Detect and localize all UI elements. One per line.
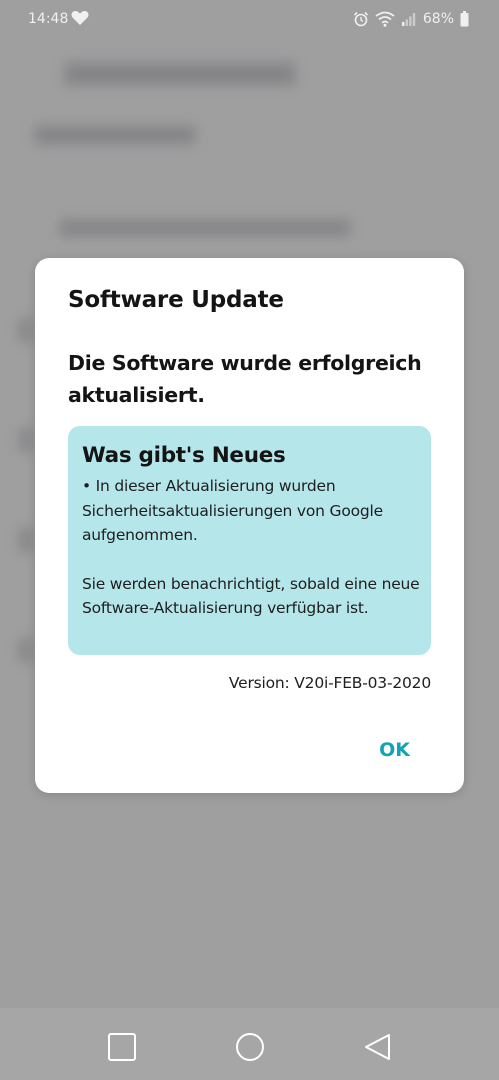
dialog-title: Software Update <box>68 287 284 313</box>
recents-square-icon[interactable] <box>107 1032 137 1062</box>
version-label: Version: V20i-FEB-03-2020 <box>228 674 431 692</box>
navigation-bar <box>0 1008 499 1080</box>
home-circle-icon[interactable] <box>235 1032 265 1062</box>
whats-new-panel: Was gibt's Neues • In dieser Aktualisier… <box>68 426 431 655</box>
whats-new-heading: Was gibt's Neues <box>82 443 286 468</box>
whats-new-bullet: • In dieser Aktualisierung wurden Sicher… <box>82 477 383 544</box>
software-update-dialog: Software Update Die Software wurde erfol… <box>35 258 464 793</box>
whats-new-body: • In dieser Aktualisierung wurden Sicher… <box>82 474 422 621</box>
whats-new-note: Sie werden benachrichtigt, sobald eine n… <box>82 574 420 618</box>
back-triangle-icon[interactable] <box>363 1032 393 1062</box>
ok-button[interactable]: OK <box>375 737 414 763</box>
dialog-message: Die Software wurde erfolgreich aktualisi… <box>68 351 422 407</box>
